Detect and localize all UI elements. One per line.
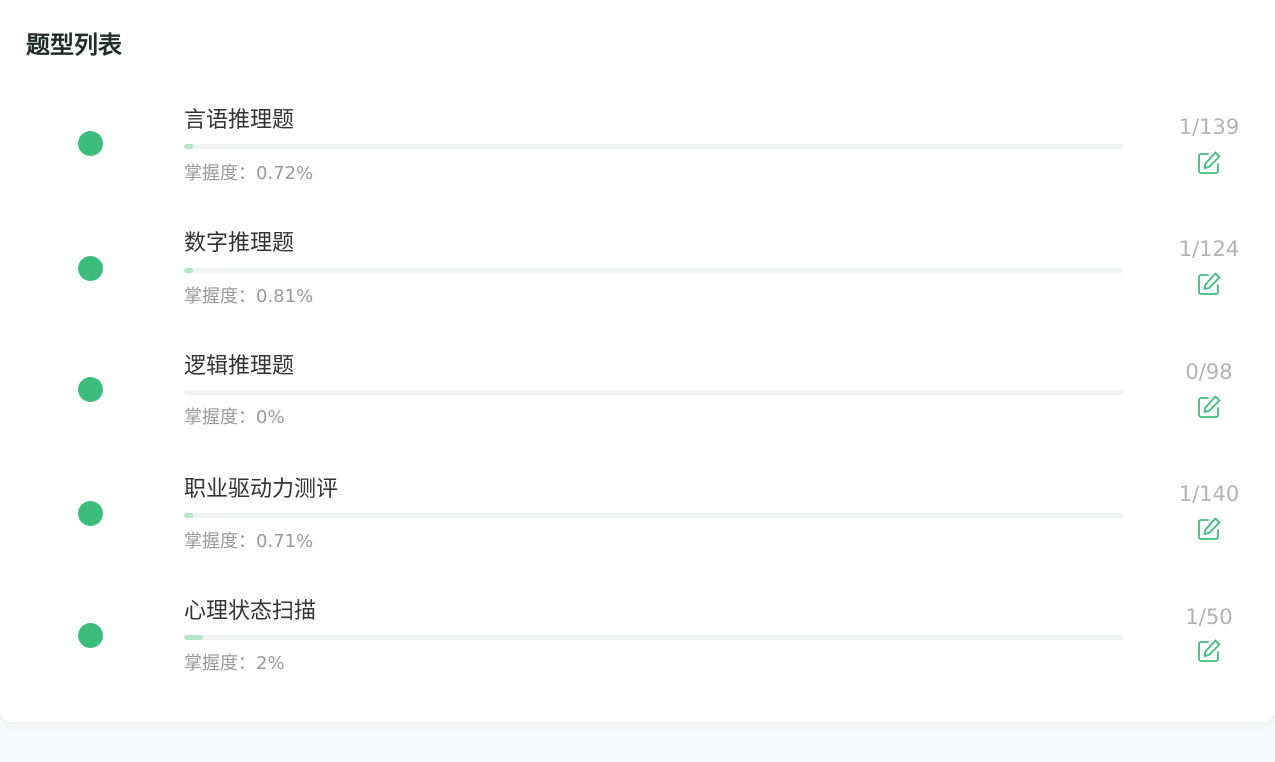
mastery-progress-fill [184, 513, 193, 518]
mastery-label: 掌握度：0.71% [184, 531, 314, 552]
mastery-progress-track [184, 268, 1123, 273]
edit-icon[interactable] [1195, 637, 1223, 665]
list-item[interactable]: 职业驱动力测评 掌握度：0.71% 1/140 [0, 472, 1275, 572]
list-item[interactable]: 数字推理题 掌握度：0.81% 1/124 [0, 226, 1275, 326]
mastery-label: 掌握度：0.72% [184, 163, 314, 184]
item-name: 心理状态扫描 [184, 599, 317, 624]
mastery-label: 掌握度：2% [184, 653, 285, 674]
mastery-label: 掌握度：0.81% [184, 286, 314, 307]
edit-icon[interactable] [1195, 149, 1223, 177]
mastery-progress-fill [184, 635, 203, 640]
mastery-label: 掌握度：0% [184, 407, 285, 428]
item-name: 职业驱动力测评 [184, 477, 339, 502]
mastery-progress-track [184, 513, 1123, 518]
edit-icon[interactable] [1195, 393, 1223, 421]
section-title: 题型列表 [26, 31, 122, 59]
progress-count: 1/139 [1178, 115, 1240, 139]
progress-count: 1/140 [1178, 482, 1240, 506]
progress-count: 1/124 [1178, 237, 1240, 261]
edit-icon[interactable] [1195, 515, 1223, 543]
mastery-progress-fill [184, 144, 193, 149]
list-item[interactable]: 逻辑推理题 掌握度：0% 0/98 [0, 348, 1275, 448]
status-dot-icon [78, 377, 103, 402]
status-dot-icon [78, 623, 103, 648]
item-name: 逻辑推理题 [184, 354, 295, 379]
list-item[interactable]: 言语推理题 掌握度：0.72% 1/139 [0, 104, 1275, 204]
question-type-card: 题型列表 言语推理题 掌握度：0.72% 1/139 数字推理题 掌握度：0.8… [0, 0, 1275, 722]
list-item[interactable]: 心理状态扫描 掌握度：2% 1/50 [0, 595, 1275, 695]
progress-count: 1/50 [1185, 605, 1233, 629]
mastery-progress-track [184, 390, 1123, 395]
item-name: 数字推理题 [184, 231, 295, 256]
mastery-progress-track [184, 144, 1123, 149]
mastery-progress-fill [184, 268, 193, 273]
status-dot-icon [78, 256, 103, 281]
item-name: 言语推理题 [184, 108, 295, 133]
status-dot-icon [78, 501, 103, 526]
progress-count: 0/98 [1185, 360, 1233, 384]
status-dot-icon [78, 131, 103, 156]
mastery-progress-track [184, 635, 1123, 640]
edit-icon[interactable] [1195, 270, 1223, 298]
